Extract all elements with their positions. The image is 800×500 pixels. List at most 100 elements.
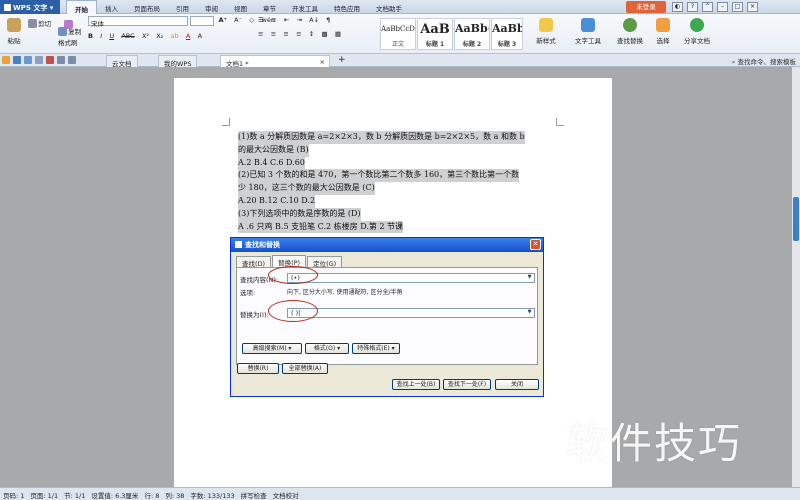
new-tab-button[interactable]: + xyxy=(333,55,351,67)
tab-features[interactable]: 特色应用 xyxy=(326,0,368,14)
print-icon[interactable] xyxy=(24,56,32,64)
text-line: A.20 B.12 C.10 D.2 xyxy=(238,194,316,208)
align-center-button[interactable]: ≡ xyxy=(271,30,276,38)
font-size-select[interactable] xyxy=(190,16,215,26)
tab-view[interactable]: 视图 xyxy=(226,0,255,14)
app-menu-button[interactable]: WPS 文字 ▾ xyxy=(0,0,60,14)
help-icon[interactable]: ? xyxy=(687,2,698,12)
chevron-down-icon[interactable]: ▼ xyxy=(525,274,534,282)
tab-close-icon[interactable]: × xyxy=(320,58,325,66)
tab-insert[interactable]: 插入 xyxy=(97,0,126,14)
clear-format-button[interactable]: ◇ xyxy=(249,16,254,24)
find-input[interactable]: (•) ▼ xyxy=(287,273,535,283)
spell-check-toggle[interactable]: 拼写检查 xyxy=(241,490,267,500)
brush-icon[interactable] xyxy=(64,20,73,29)
superscript-button[interactable]: X² xyxy=(142,32,149,40)
skin-icon[interactable]: ◐ xyxy=(672,2,683,12)
magnifier-icon xyxy=(623,18,637,32)
show-marks-button[interactable]: ¶ xyxy=(326,16,330,24)
style-heading-2[interactable]: AaBb( 标题 2 xyxy=(454,18,490,50)
cut-button[interactable]: 剪切 xyxy=(28,18,51,28)
strikethrough-button[interactable]: ABC xyxy=(121,32,134,40)
italic-button[interactable]: I xyxy=(100,32,102,40)
paste-button[interactable]: 粘贴 xyxy=(4,18,24,45)
char-border-button[interactable]: A xyxy=(198,32,202,40)
text-tools-button[interactable]: 文字工具 xyxy=(570,18,606,45)
document-body[interactable]: (1)数 a 分解质因数是 a=2×2×3，数 b 分解质因数是 b=2×2×5… xyxy=(238,131,550,234)
replace-button[interactable]: 替换(R) xyxy=(237,363,279,374)
format-button[interactable]: 格式(O) ▾ xyxy=(305,343,349,354)
status-page-number: 页码: 1 xyxy=(3,492,25,500)
grow-font-button[interactable]: A⁺ xyxy=(218,16,226,24)
scroll-thumb[interactable] xyxy=(793,197,799,241)
shrink-font-button[interactable]: A⁻ xyxy=(234,16,242,24)
find-previous-button[interactable]: 查找上一处(B) xyxy=(392,379,440,390)
tab-my-wps[interactable]: 我的WPS xyxy=(158,55,198,68)
undo-icon[interactable] xyxy=(57,56,65,64)
justify-button[interactable]: ≡ xyxy=(296,30,301,38)
font-name-select[interactable]: 宋体 xyxy=(88,16,188,28)
tab-developer[interactable]: 开发工具 xyxy=(284,0,326,14)
vertical-scrollbar[interactable] xyxy=(792,67,800,487)
tab-document-1[interactable]: 文档1 * × xyxy=(220,55,330,68)
login-button[interactable]: 未登录 xyxy=(626,1,666,13)
font-color-button[interactable]: A xyxy=(186,32,190,40)
shading-button[interactable]: ▩ xyxy=(321,30,327,38)
format-painter-button[interactable]: 格式刷 xyxy=(58,37,78,47)
chevron-down-icon[interactable]: ▼ xyxy=(525,309,534,317)
preview-icon[interactable] xyxy=(35,56,43,64)
tab-section[interactable]: 章节 xyxy=(255,0,284,14)
subscript-button[interactable]: X₂ xyxy=(156,32,163,40)
replace-input[interactable]: ( )| ▼ xyxy=(287,308,535,318)
style-name: 标题 1 xyxy=(425,41,445,48)
tab-review[interactable]: 审阅 xyxy=(197,0,226,14)
replace-all-button[interactable]: 全部替换(A) xyxy=(282,363,328,374)
tab-goto[interactable]: 定位(G) xyxy=(307,256,343,268)
align-left-button[interactable]: ≡ xyxy=(258,30,263,38)
maximize-icon[interactable]: □ xyxy=(732,2,743,12)
save-icon[interactable] xyxy=(13,56,21,64)
tab-references[interactable]: 引用 xyxy=(168,0,197,14)
borders-button[interactable]: ▦ xyxy=(335,30,341,38)
text-line: A.2 B.4 C.6 D.60 xyxy=(238,156,305,170)
collapse-icon[interactable]: ^ xyxy=(702,2,713,12)
advanced-search-button[interactable]: 高级搜索(M) ▾ xyxy=(242,343,302,354)
tab-doc-assistant[interactable]: 文档助手 xyxy=(368,0,410,14)
status-word-count[interactable]: 字数: 133/133 xyxy=(190,490,234,500)
bullets-button[interactable]: ☰ xyxy=(258,16,264,24)
dialog-close-icon[interactable]: ✕ xyxy=(530,239,541,250)
dialog-title-bar[interactable]: 查找和替换 ✕ xyxy=(231,238,543,252)
new-style-button[interactable]: 新样式 xyxy=(532,18,560,45)
underline-button[interactable]: U xyxy=(109,32,114,40)
numbering-button[interactable]: ≡ xyxy=(271,16,276,24)
open-icon[interactable] xyxy=(2,56,10,64)
line-spacing-button[interactable]: ↕ xyxy=(309,30,314,38)
pdf-icon[interactable] xyxy=(46,56,54,64)
tab-home[interactable]: 开始 xyxy=(66,0,97,14)
tab-find[interactable]: 查找(D) xyxy=(236,256,272,268)
bold-button[interactable]: B xyxy=(88,32,93,40)
tab-page-layout[interactable]: 页面布局 xyxy=(126,0,168,14)
special-format-button[interactable]: 特殊格式(E) ▾ xyxy=(352,343,400,354)
align-right-button[interactable]: ≡ xyxy=(283,30,288,38)
select-button[interactable]: 选择 xyxy=(652,18,674,45)
redo-icon[interactable] xyxy=(68,56,76,64)
close-icon[interactable]: × xyxy=(747,2,758,12)
margin-corner xyxy=(222,118,230,126)
find-replace-button[interactable]: 查找替换 xyxy=(614,18,646,45)
style-normal[interactable]: AaBbCcD 正文 xyxy=(380,18,416,50)
close-button[interactable]: 关闭 xyxy=(495,379,539,390)
proofread-toggle[interactable]: 文档校对 xyxy=(273,490,299,500)
style-heading-3[interactable]: AaBb 标题 3 xyxy=(491,18,523,50)
style-heading-1[interactable]: AaB 标题 1 xyxy=(417,18,453,50)
outdent-button[interactable]: ⇤ xyxy=(284,16,289,24)
command-search[interactable]: ⌕ 查找命令、搜索模板 xyxy=(732,56,796,67)
indent-button[interactable]: ⇥ xyxy=(296,16,301,24)
tab-cloud-docs[interactable]: 云文档 xyxy=(106,55,138,68)
find-next-button[interactable]: 查找下一处(F) xyxy=(443,379,491,390)
scissors-icon xyxy=(28,19,37,28)
minimize-icon[interactable]: – xyxy=(717,2,728,12)
highlight-button[interactable]: ab xyxy=(171,32,179,40)
sort-button[interactable]: A↓ xyxy=(309,16,319,24)
share-button[interactable]: 分享文档 xyxy=(682,18,712,45)
